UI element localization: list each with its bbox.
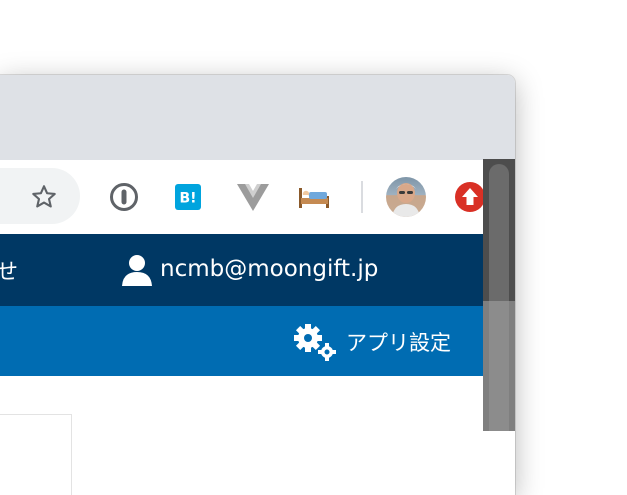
browser-toolbar: B! <box>0 160 515 234</box>
tab-strip <box>0 75 515 160</box>
toolbar-separator <box>361 181 363 213</box>
scrollbar-thumb-lower[interactable] <box>489 301 509 431</box>
bed-icon[interactable] <box>296 179 332 215</box>
app-settings-label: アプリ設定 <box>346 331 451 355</box>
main-content <box>0 376 515 495</box>
app-subheader: アプリ設定 <box>0 306 515 376</box>
content-card <box>0 414 72 495</box>
header-truncated-text: せ <box>0 260 19 285</box>
user-email: ncmb@moongift.jp <box>160 256 379 282</box>
user-menu[interactable]: ncmb@moongift.jp <box>120 252 378 286</box>
user-icon <box>122 255 152 286</box>
hatena-label: B! <box>179 191 196 207</box>
hatena-bookmark-icon[interactable]: B! <box>170 179 206 215</box>
profile-avatar[interactable] <box>386 177 426 217</box>
bookmark-star-icon[interactable] <box>26 179 62 215</box>
browser-window: B! せ ncmb@moongift.jp アプリ設定 <box>0 75 515 495</box>
gears-icon <box>294 324 336 361</box>
vue-devtools-icon[interactable] <box>235 179 271 215</box>
app-header: せ ncmb@moongift.jp <box>0 234 515 306</box>
password-manager-icon[interactable] <box>106 179 142 215</box>
app-settings-link[interactable]: アプリ設定 <box>292 322 451 362</box>
